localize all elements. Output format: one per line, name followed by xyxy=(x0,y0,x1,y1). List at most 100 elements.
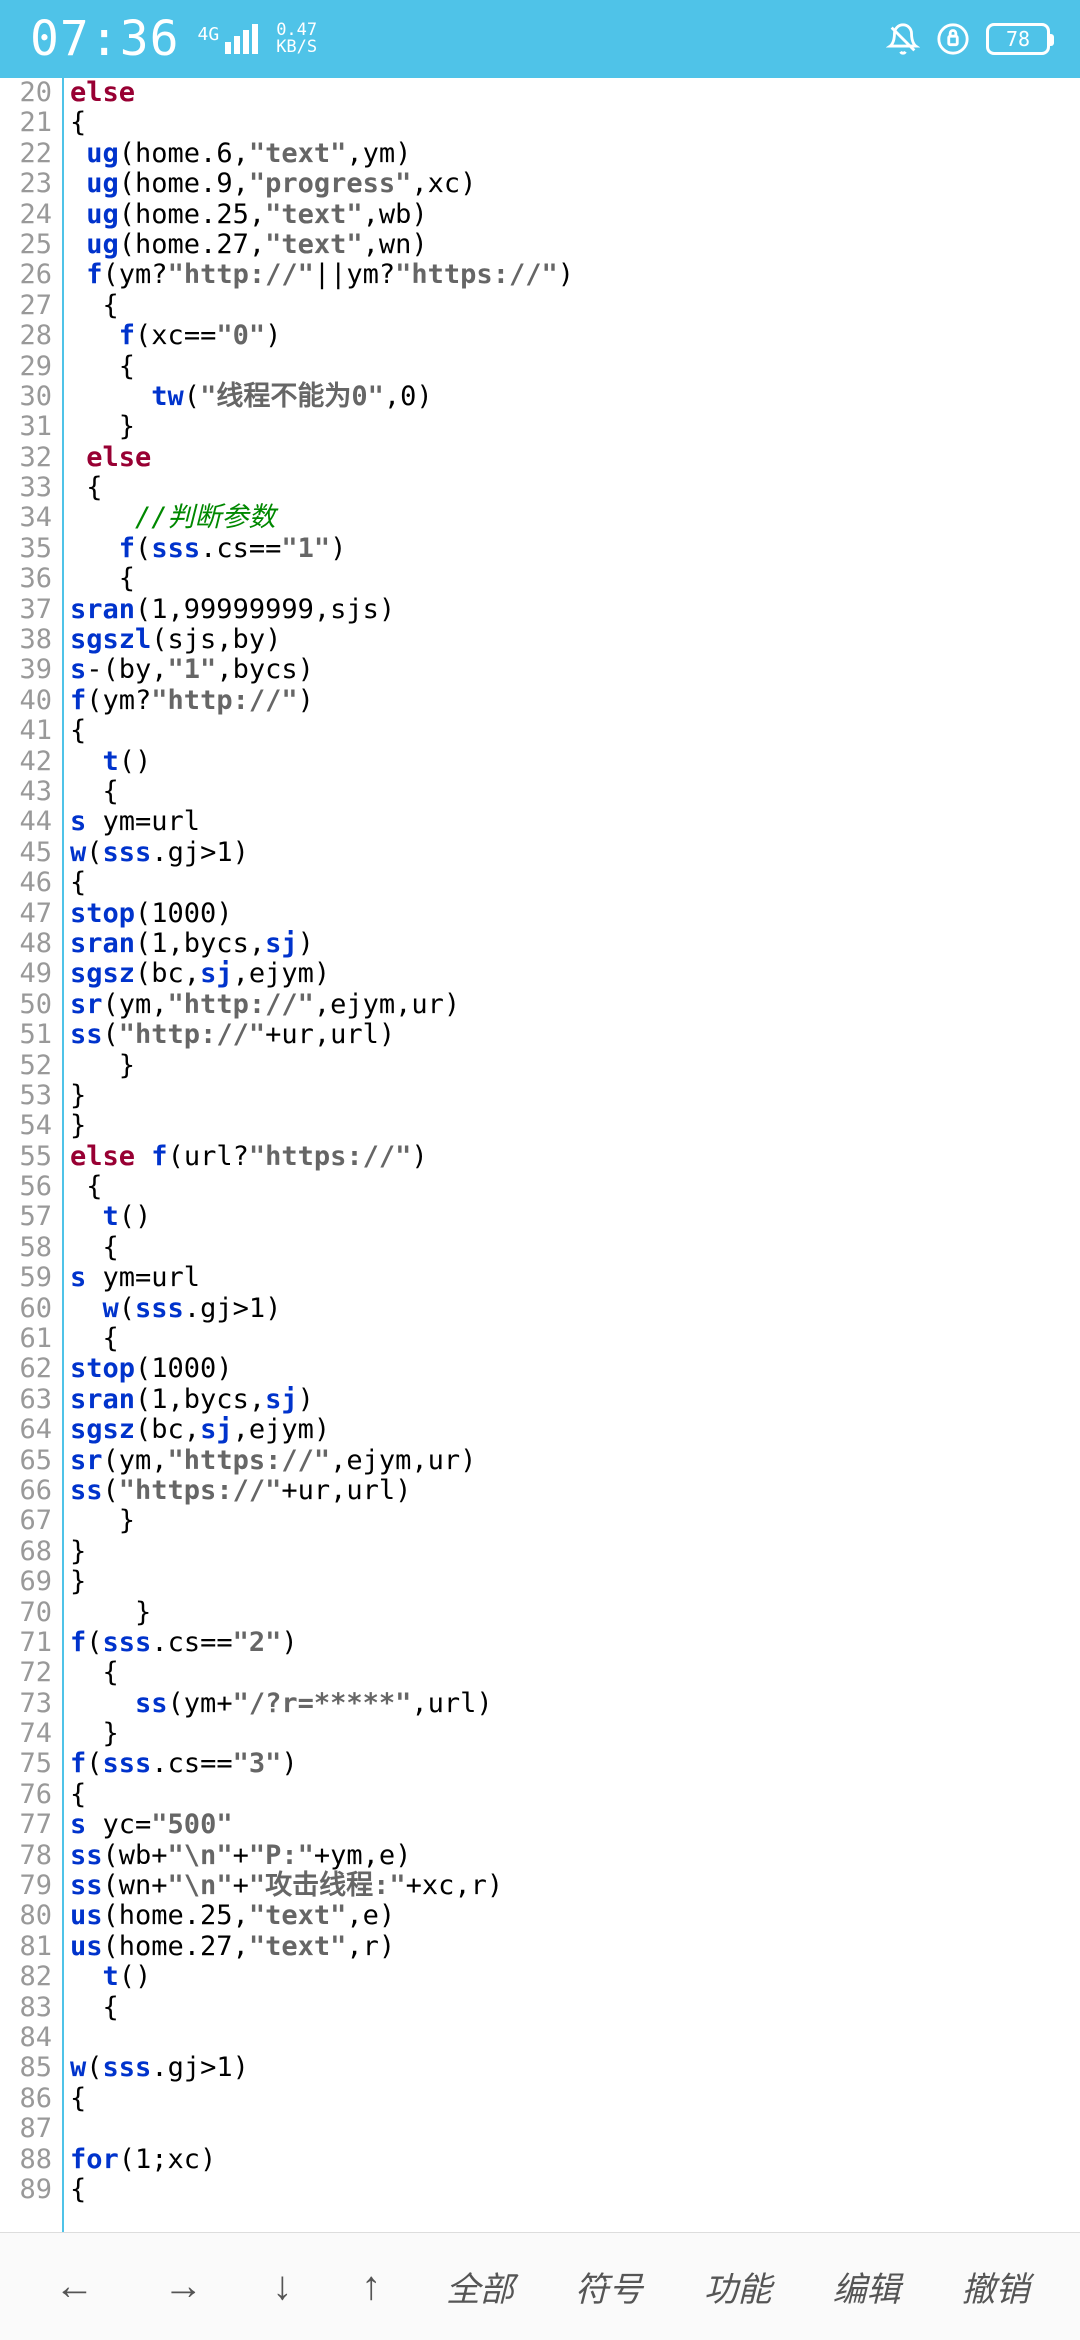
line-number: 40 xyxy=(0,686,52,716)
code-line[interactable]: { xyxy=(70,291,1080,321)
code-line[interactable]: sran(1,bycs,sj) xyxy=(70,1385,1080,1415)
code-line[interactable]: f(ym?"http://"||ym?"https://") xyxy=(70,260,1080,290)
code-line[interactable]: } xyxy=(70,412,1080,442)
code-line[interactable]: } xyxy=(70,1051,1080,1081)
arrow-up-button[interactable]: ↑ xyxy=(339,2254,403,2319)
code-line[interactable]: sr(ym,"https://",ejym,ur) xyxy=(70,1446,1080,1476)
code-line[interactable]: sr(ym,"http://",ejym,ur) xyxy=(70,990,1080,1020)
code-line[interactable]: ug(home.27,"text",wn) xyxy=(70,230,1080,260)
code-line[interactable]: w(sss.gj>1) xyxy=(70,838,1080,868)
code-line[interactable]: for(1;xc) xyxy=(70,2145,1080,2175)
select-all-button[interactable]: 全部 xyxy=(428,2252,532,2321)
code-line[interactable]: us(home.27,"text",r) xyxy=(70,1932,1080,1962)
code-line[interactable]: { xyxy=(70,1780,1080,1810)
code-line[interactable]: { xyxy=(70,868,1080,898)
code-line[interactable]: s ym=url xyxy=(70,807,1080,837)
edit-button[interactable]: 编辑 xyxy=(815,2252,919,2321)
code-line[interactable]: } xyxy=(70,1567,1080,1597)
undo-button[interactable]: 撤销 xyxy=(943,2252,1047,2321)
code-line[interactable]: } xyxy=(70,1537,1080,1567)
code-line[interactable]: { xyxy=(70,777,1080,807)
code-line[interactable]: } xyxy=(70,1081,1080,1111)
code-line[interactable]: f(ym?"http://") xyxy=(70,686,1080,716)
line-number: 45 xyxy=(0,838,52,868)
line-number: 73 xyxy=(0,1689,52,1719)
line-number: 69 xyxy=(0,1567,52,1597)
code-line[interactable]: t() xyxy=(70,1962,1080,1992)
line-number: 60 xyxy=(0,1294,52,1324)
code-line[interactable]: ss("http://"+ur,url) xyxy=(70,1020,1080,1050)
code-line[interactable]: } xyxy=(70,1506,1080,1536)
line-number: 77 xyxy=(0,1810,52,1840)
code-line[interactable]: t() xyxy=(70,1202,1080,1232)
code-line[interactable]: ss(wn+"\n"+"攻击线程:"+xc,r) xyxy=(70,1871,1080,1901)
code-line[interactable]: f(xc=="0") xyxy=(70,321,1080,351)
line-number: 21 xyxy=(0,108,52,138)
line-number: 81 xyxy=(0,1932,52,1962)
line-number: 53 xyxy=(0,1081,52,1111)
code-line[interactable]: { xyxy=(70,716,1080,746)
code-line[interactable]: { xyxy=(70,1993,1080,2023)
code-line[interactable]: { xyxy=(70,352,1080,382)
code-line[interactable]: stop(1000) xyxy=(70,899,1080,929)
code-line[interactable]: s-(by,"1",bycs) xyxy=(70,655,1080,685)
code-line[interactable]: { xyxy=(70,1233,1080,1263)
code-line[interactable]: w(sss.gj>1) xyxy=(70,2053,1080,2083)
arrow-left-button[interactable]: ← xyxy=(32,2254,116,2319)
signal-indicator: 4G xyxy=(198,24,259,54)
line-number: 41 xyxy=(0,716,52,746)
symbols-button[interactable]: 符号 xyxy=(557,2252,661,2321)
code-line[interactable]: ss(ym+"/?r=*****",url) xyxy=(70,1689,1080,1719)
code-line[interactable] xyxy=(70,2114,1080,2144)
code-line[interactable]: //判断参数 xyxy=(70,503,1080,533)
code-line[interactable]: else f(url?"https://") xyxy=(70,1142,1080,1172)
code-line[interactable]: else xyxy=(70,78,1080,108)
code-area[interactable]: else{ ug(home.6,"text",ym) ug(home.9,"pr… xyxy=(62,78,1080,2232)
code-line[interactable]: tw("线程不能为0",0) xyxy=(70,382,1080,412)
code-line[interactable]: else xyxy=(70,443,1080,473)
line-number: 85 xyxy=(0,2053,52,2083)
code-line[interactable]: ug(home.9,"progress",xc) xyxy=(70,169,1080,199)
line-number: 22 xyxy=(0,139,52,169)
code-line[interactable]: ug(home.25,"text",wb) xyxy=(70,200,1080,230)
code-line[interactable]: { xyxy=(70,564,1080,594)
code-line[interactable]: { xyxy=(70,473,1080,503)
line-number: 57 xyxy=(0,1202,52,1232)
code-line[interactable]: sgsz(bc,sj,ejym) xyxy=(70,959,1080,989)
line-number: 44 xyxy=(0,807,52,837)
arrow-down-button[interactable]: ↓ xyxy=(250,2254,314,2319)
code-line[interactable]: us(home.25,"text",e) xyxy=(70,1901,1080,1931)
code-line[interactable]: { xyxy=(70,2084,1080,2114)
code-line[interactable]: t() xyxy=(70,747,1080,777)
line-number: 30 xyxy=(0,382,52,412)
code-line[interactable]: sgsz(bc,sj,ejym) xyxy=(70,1415,1080,1445)
functions-button[interactable]: 功能 xyxy=(686,2252,790,2321)
code-line[interactable]: } xyxy=(70,1111,1080,1141)
code-line[interactable]: ss("https://"+ur,url) xyxy=(70,1476,1080,1506)
line-number: 28 xyxy=(0,321,52,351)
code-line[interactable] xyxy=(70,2023,1080,2053)
code-line[interactable]: f(sss.cs=="1") xyxy=(70,534,1080,564)
line-number: 76 xyxy=(0,1780,52,1810)
code-line[interactable]: w(sss.gj>1) xyxy=(70,1294,1080,1324)
code-line[interactable]: sran(1,bycs,sj) xyxy=(70,929,1080,959)
code-line[interactable]: stop(1000) xyxy=(70,1354,1080,1384)
code-line[interactable]: { xyxy=(70,108,1080,138)
line-number: 88 xyxy=(0,2145,52,2175)
code-line[interactable]: } xyxy=(70,1598,1080,1628)
code-line[interactable]: ug(home.6,"text",ym) xyxy=(70,139,1080,169)
code-line[interactable]: { xyxy=(70,1324,1080,1354)
code-line[interactable]: } xyxy=(70,1719,1080,1749)
code-line[interactable]: s yc="500" xyxy=(70,1810,1080,1840)
code-line[interactable]: { xyxy=(70,1172,1080,1202)
arrow-right-button[interactable]: → xyxy=(141,2254,225,2319)
code-line[interactable]: { xyxy=(70,1658,1080,1688)
code-line[interactable]: sgszl(sjs,by) xyxy=(70,625,1080,655)
code-line[interactable]: f(sss.cs=="2") xyxy=(70,1628,1080,1658)
code-line[interactable]: s ym=url xyxy=(70,1263,1080,1293)
code-line[interactable]: f(sss.cs=="3") xyxy=(70,1749,1080,1779)
code-line[interactable]: sran(1,99999999,sjs) xyxy=(70,595,1080,625)
code-line[interactable]: ss(wb+"\n"+"P:"+ym,e) xyxy=(70,1841,1080,1871)
code-editor[interactable]: 2021222324252627282930313233343536373839… xyxy=(0,78,1080,2232)
code-line[interactable]: { xyxy=(70,2175,1080,2205)
